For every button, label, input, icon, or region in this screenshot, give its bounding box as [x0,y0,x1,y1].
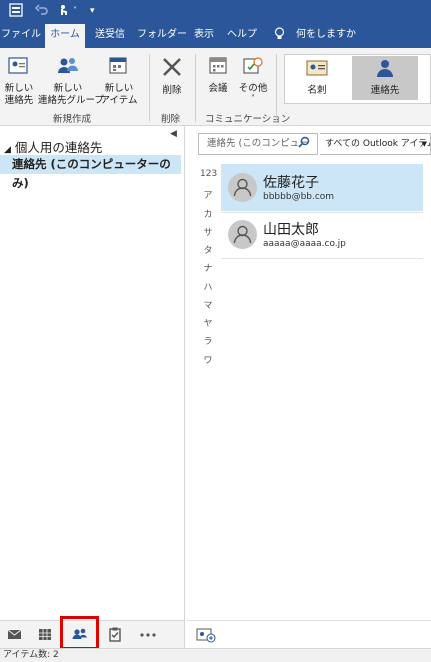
contact-email: aaaaa@aaaa.co.jp [263,239,346,249]
touch-mode-icon[interactable] [57,3,71,19]
ribbon-tabs: ファイル ホーム 送受信 フォルダー 表示 ヘルプ 何をしますか [0,22,431,48]
delete-label: 削除 [162,85,182,96]
outlook-app-icon[interactable] [9,3,23,19]
tell-me-search[interactable]: 何をしますか [292,22,360,48]
contacts-folder[interactable]: 連絡先 (このコンピューターのみ) [0,155,181,190]
undo-icon[interactable] [34,3,49,19]
new-contact-label: 新しい 連絡先 [4,83,34,106]
calendar-icon [202,56,234,80]
alpha-index-item[interactable]: 123 [200,169,217,179]
person-icon [352,58,418,82]
personal-contacts-label: 個人用の連絡先 [14,140,103,155]
people-highlight-box [60,616,99,650]
ribbon-separator [195,54,196,122]
alpha-index-item[interactable]: ハ [200,280,216,293]
contact-name: 佐藤花子 [263,175,319,191]
ribbon: 新しい 連絡先 新しい 連絡先グループ 新しい アイテム 新規作成 削除 削除 … [0,48,431,126]
alpha-index-item[interactable]: ワ [200,353,216,366]
view-contact[interactable]: 連絡先 [352,56,418,100]
view-contact-label: 連絡先 [370,85,400,96]
group-new-label: 新規作成 [53,114,92,125]
view-business-card-label: 名刺 [307,85,327,96]
meeting-label: 会議 [208,83,228,94]
group-communicate-label: コミュニケーション [205,114,291,125]
more-button[interactable]: その他 ˅ [236,56,270,103]
quick-access-dropdown[interactable]: ˅ [73,3,77,19]
new-items-label: 新しい アイテム [100,83,138,106]
customize-quick-access[interactable]: ▾ [90,3,95,19]
contact-card-icon [2,56,36,80]
contact-card[interactable]: 山田太郎 aaaaa@aaaa.co.jp [221,211,423,258]
delete-button[interactable]: 削除 [155,56,189,97]
contact-card[interactable]: 佐藤花子 bbbbb@bb.com [221,164,423,211]
contact-name: 山田太郎 [263,222,319,238]
alpha-index-item[interactable]: マ [200,298,216,311]
new-contact-group-button[interactable]: 新しい 連絡先グループ [38,56,104,107]
collapse-pane-icon[interactable]: ◀ [170,129,177,139]
business-card-icon [289,58,345,82]
search-scope-value: すべての Outlook アイテム [325,139,431,149]
alpha-index-item[interactable]: タ [200,243,216,256]
ribbon-separator [276,54,277,122]
title-bar: ˅ ▾ [0,0,431,22]
status-bar: アイテム数: 2 [0,648,431,662]
tasks-icon[interactable] [100,621,130,649]
alpha-index-item[interactable]: カ [200,207,216,220]
tab-file[interactable]: ファイル [0,22,42,48]
more-modules-icon[interactable] [133,621,163,649]
alpha-index-item[interactable]: ヤ [200,316,216,329]
alpha-index-item[interactable]: サ [200,225,216,238]
alpha-index-item[interactable]: ア [200,188,216,201]
more-actions-icon [236,56,270,80]
card-divider [221,258,423,259]
tab-view[interactable]: 表示 [190,22,218,48]
new-contact-button[interactable]: 新しい 連絡先 [2,56,36,107]
avatar [228,220,257,249]
add-contact-view-icon[interactable] [196,627,216,646]
search-scope-select[interactable]: すべての Outlook アイテム ▼ [320,133,431,155]
search-icon[interactable] [298,136,310,151]
view-footer [186,620,431,648]
tab-help[interactable]: ヘルプ [224,22,260,48]
item-count: アイテム数: 2 [3,650,59,660]
alpha-index-item[interactable]: ラ [200,334,216,347]
avatar [228,173,257,202]
more-chevron-down-icon: ˅ [251,94,255,103]
alpha-index-item[interactable]: ナ [200,261,216,274]
group-delete-label: 削除 [161,114,181,125]
ribbon-separator [149,54,150,122]
lightbulb-icon[interactable] [272,22,286,48]
contact-email: bbbbb@bb.com [263,192,335,202]
new-items-button[interactable]: 新しい アイテム [99,56,139,107]
mail-icon[interactable] [0,621,30,649]
contact-group-icon [38,56,98,80]
view-business-card[interactable]: 名刺 [289,58,345,97]
calendar-icon[interactable] [30,621,60,649]
chevron-down-icon: ▼ [421,140,427,148]
expand-triangle-icon[interactable]: ◢ [4,145,11,155]
tab-send-receive[interactable]: 送受信 [88,22,132,48]
new-contact-group-label: 新しい 連絡先グループ [38,83,104,106]
delete-x-icon [155,56,189,82]
tab-folder[interactable]: フォルダー [136,22,188,48]
meeting-button[interactable]: 会議 [202,56,234,95]
new-items-icon [99,56,139,80]
tab-home[interactable]: ホーム [45,24,85,48]
folder-pane: ◀ ◢ 個人用の連絡先 連絡先 (このコンピューターのみ) [0,126,185,620]
contacts-list-pane: 連絡先 (このコンピュー すべての Outlook アイテム ▼ 123 ア カ… [186,126,431,620]
personal-contacts-header[interactable]: ◢ 個人用の連絡先 [4,137,102,156]
